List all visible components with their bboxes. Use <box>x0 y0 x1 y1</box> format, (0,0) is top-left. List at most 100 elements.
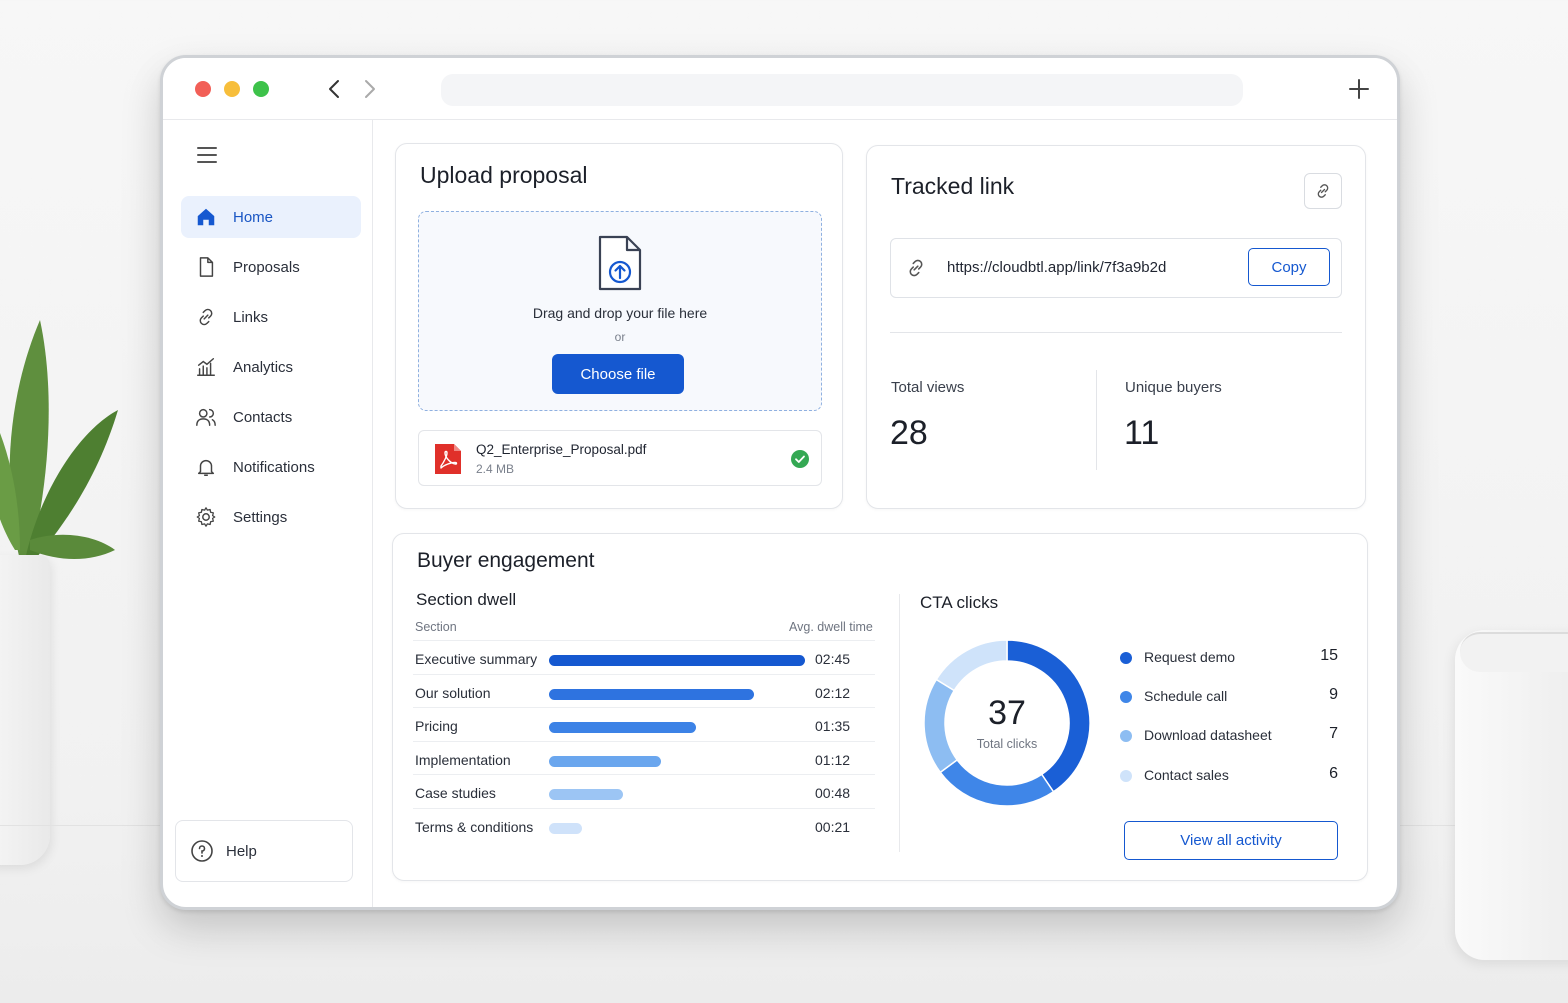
legend-value: 9 <box>1329 686 1338 704</box>
analytics-icon <box>197 358 215 376</box>
dwell-bar-track <box>549 823 805 834</box>
dwell-row: Implementation 01:12 <box>413 740 875 774</box>
legend-item: Contact sales 6 <box>1120 765 1342 787</box>
check-circle-icon <box>791 450 809 468</box>
total-views-value: 28 <box>890 414 928 452</box>
cta-total-value: 37 <box>988 694 1026 732</box>
cta-total-label: Total clicks <box>976 737 1038 751</box>
link-options-button[interactable] <box>1304 173 1342 209</box>
title-bar <box>163 58 1397 120</box>
pdf-file-icon <box>435 444 461 474</box>
unique-buyers-label: Unique buyers <box>1125 379 1222 396</box>
dwell-section-label: Our solution <box>415 684 491 701</box>
dwell-time-value: 00:48 <box>815 785 851 802</box>
document-icon <box>199 257 214 277</box>
dwell-section-label: Pricing <box>415 718 458 735</box>
dwell-section-label: Implementation <box>415 751 511 768</box>
sidebar-item-settings[interactable]: Settings <box>181 496 361 538</box>
sidebar-item-contacts[interactable]: Contacts <box>181 396 361 438</box>
link-icon <box>199 308 213 326</box>
mug-rim <box>1460 632 1568 672</box>
dwell-bar <box>549 688 754 700</box>
legend-dot <box>1120 769 1132 782</box>
tracked-link-url[interactable]: https://cloudbtl.app/link/7f3a9b2d <box>947 259 1166 276</box>
dwell-bar <box>549 655 805 666</box>
dwell-section-label: Case studies <box>415 785 496 802</box>
dwell-bar-track <box>549 655 805 666</box>
divider <box>890 332 1342 333</box>
choose-file-button[interactable]: Choose file <box>552 354 684 394</box>
legend-value: 15 <box>1320 647 1338 664</box>
dwell-bar <box>549 823 582 834</box>
upload-title: Upload proposal <box>420 162 588 188</box>
dwell-section-label: Terms & conditions <box>415 819 534 835</box>
close-window-button[interactable] <box>195 81 211 97</box>
file-dropzone[interactable]: Drag and drop your file here or Choose f… <box>418 211 822 411</box>
sidebar-item-label: Links <box>233 308 269 326</box>
dwell-bar <box>549 755 661 767</box>
file-name: Q2_Enterprise_Proposal.pdf <box>476 442 647 457</box>
home-icon <box>197 208 215 226</box>
forward-arrow-icon[interactable] <box>357 77 381 101</box>
sidebar-item-proposals[interactable]: Proposals <box>181 246 361 288</box>
dwell-time-value: 01:35 <box>815 718 851 735</box>
legend-dot <box>1120 652 1132 664</box>
file-size: 2.4 MB <box>476 462 515 476</box>
dwell-time-column-header: Avg. dwell time <box>789 620 873 634</box>
dropzone-or: or <box>614 330 626 344</box>
dwell-bar-track <box>549 722 805 734</box>
legend-value: 7 <box>1329 725 1338 743</box>
help-button[interactable]: Help <box>175 820 353 882</box>
dwell-time-value: 02:12 <box>815 684 851 701</box>
sidebar-item-label: Proposals <box>233 258 300 276</box>
back-arrow-icon[interactable] <box>323 77 347 101</box>
view-all-activity-button[interactable]: View all activity <box>1124 821 1338 860</box>
donut-slice <box>935 639 1008 692</box>
legend-dot <box>1120 730 1132 743</box>
section-column-header: Section <box>415 620 457 634</box>
legend-label: Contact sales <box>1144 766 1229 783</box>
copy-link-button[interactable]: Copy <box>1248 248 1330 286</box>
section-dwell-title: Section dwell <box>416 590 517 609</box>
tracked-link-field[interactable]: https://cloudbtl.app/link/7f3a9b2d Copy <box>890 238 1342 298</box>
minimize-window-button[interactable] <box>224 81 240 97</box>
sidebar-item-label: Analytics <box>233 358 294 376</box>
dwell-bar-track <box>549 688 805 700</box>
sidebar-item-label: Notifications <box>233 458 315 476</box>
uploaded-file-item[interactable]: Q2_Enterprise_Proposal.pdf 2.4 MB <box>418 430 822 486</box>
dwell-bar-track <box>549 755 805 767</box>
legend-item: Schedule call 9 <box>1120 686 1342 708</box>
plant-pot <box>0 555 50 865</box>
legend-label: Request demo <box>1144 649 1236 665</box>
dwell-row: Case studies 00:48 <box>413 774 875 807</box>
tracked-link-card: Tracked link https://cloudbtl.app/link/7… <box>866 145 1366 509</box>
engagement-title: Buyer engagement <box>417 549 595 572</box>
sidebar-item-notifications[interactable]: Notifications <box>181 446 361 488</box>
new-tab-plus-icon[interactable] <box>1347 77 1371 101</box>
dwell-time-value: 01:12 <box>815 751 851 768</box>
engagement-divider <box>899 594 900 852</box>
total-views-label: Total views <box>891 379 965 396</box>
menu-icon[interactable] <box>197 146 217 164</box>
sidebar-item-home[interactable]: Home <box>181 196 361 238</box>
address-bar[interactable] <box>441 74 1243 106</box>
cta-clicks-title: CTA clicks <box>920 593 999 612</box>
tracked-link-title: Tracked link <box>891 173 1015 199</box>
browser-window: Home Proposals Links Analytics Contacts … <box>160 55 1400 910</box>
legend-item: Request demo 15 <box>1120 647 1342 669</box>
legend-dot <box>1120 691 1132 704</box>
dwell-bar-track <box>549 789 805 801</box>
sidebar-item-analytics[interactable]: Analytics <box>181 346 361 388</box>
dropzone-text: Drag and drop your file here <box>532 305 708 321</box>
legend-label: Schedule call <box>1144 688 1228 705</box>
sidebar-item-label: Home <box>233 208 274 226</box>
legend-label: Download datasheet <box>1144 727 1272 744</box>
buyer-engagement-card: Buyer engagement Section dwell Section A… <box>392 533 1368 881</box>
sidebar-item-label: Settings <box>233 508 288 526</box>
sidebar-item-links[interactable]: Links <box>181 296 361 338</box>
donut-slice <box>939 758 1055 807</box>
link-icon <box>909 259 923 277</box>
mug <box>1455 630 1568 960</box>
contacts-icon <box>196 408 216 426</box>
maximize-window-button[interactable] <box>253 81 269 97</box>
